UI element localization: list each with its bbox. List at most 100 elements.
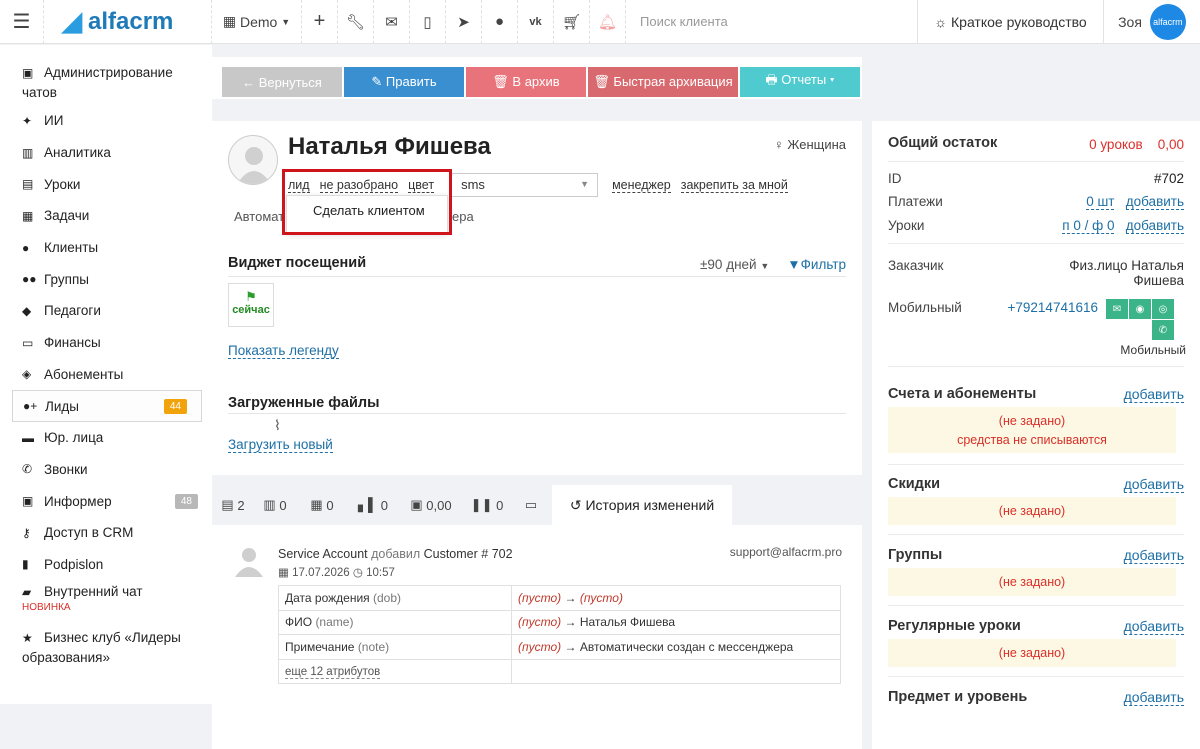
- chevron-down-icon: ▼: [760, 261, 770, 271]
- email-icon[interactable]: ✉: [1106, 299, 1128, 319]
- divider: [888, 676, 1184, 677]
- sidebar-item-label: Группы: [44, 271, 89, 287]
- bell-icon[interactable]: 🔔︎: [590, 0, 626, 44]
- add-subject-link[interactable]: добавить: [1123, 689, 1184, 706]
- field-key: (dob): [373, 590, 402, 605]
- sidebar-item-tasks[interactable]: ▦ Задачи: [0, 200, 212, 232]
- sidebar-item-subscriptions[interactable]: ◈ Абонементы: [0, 359, 212, 391]
- tab-book[interactable]: ▥ 0: [254, 485, 296, 525]
- wrench-icon[interactable]: 🔧︎: [338, 0, 374, 44]
- telegram-icon[interactable]: ➤: [446, 0, 482, 44]
- new-value: Автоматически создан с мессенджера: [579, 639, 794, 654]
- old-value: (пусто): [518, 639, 562, 654]
- sidebar-item-leads[interactable]: ●+ Лиды 44: [12, 390, 202, 422]
- add-payment-link[interactable]: добавить: [1125, 194, 1184, 210]
- chevron-down-icon: ▼: [580, 179, 590, 189]
- comment-icon: ▰: [22, 585, 32, 600]
- quick-archive-button[interactable]: 🗑 Быстрая архивация: [588, 67, 738, 97]
- tag-icon: ◈: [22, 367, 32, 382]
- back-button[interactable]: ← Вернуться: [222, 67, 342, 97]
- search-input[interactable]: Поиск клиента: [626, 0, 918, 44]
- tab-documents[interactable]: ▦ 0: [296, 485, 348, 525]
- sidebar-item-crm-access[interactable]: ⚷ Доступ в CRM: [0, 517, 212, 549]
- avatar: [228, 135, 278, 185]
- files-section-title: Загруженные файлы: [228, 395, 380, 411]
- visits-widget-title: Виджет посещений: [228, 255, 367, 271]
- vk-icon[interactable]: vk: [518, 0, 554, 44]
- page-title: Наталья Фишева: [288, 133, 491, 160]
- sidebar-item-informer[interactable]: ▣ Информер 48: [0, 485, 212, 517]
- sidebar-item-legal-entities[interactable]: ▬ Юр. лица: [0, 422, 212, 454]
- user-menu[interactable]: Зоя alfacrm: [1104, 0, 1200, 44]
- quick-guide-button[interactable]: ☼ Краткое руководство: [918, 0, 1104, 44]
- sms-select[interactable]: sms ▼: [450, 173, 599, 197]
- hamburger-menu-icon[interactable]: ☰: [0, 0, 44, 44]
- period-selector[interactable]: ±90 дней ▼: [700, 257, 769, 272]
- sidebar-item-label: Педагоги: [44, 303, 101, 319]
- sidebar-item-lessons[interactable]: ▤ Уроки: [0, 168, 212, 200]
- sidebar-item-business-club[interactable]: ★ Бизнес клуб «Лидеры образования»: [0, 622, 212, 670]
- add-invoice-link[interactable]: добавить: [1123, 386, 1184, 403]
- tab-freezes[interactable]: ❚❚ 0: [464, 485, 510, 525]
- mobile-value[interactable]: +79214741616: [1008, 300, 1098, 315]
- person-silhouette-icon: [235, 548, 263, 577]
- customer-value-line1: Физ.лицо Наталья: [1069, 258, 1184, 273]
- sidebar-item-groups[interactable]: ●● Группы: [0, 263, 212, 295]
- viber-icon[interactable]: ◎: [1152, 299, 1174, 319]
- add-group-link[interactable]: добавить: [1123, 547, 1184, 564]
- search-placeholder: Поиск клиента: [640, 14, 728, 29]
- manager-link[interactable]: менеджер: [612, 178, 671, 193]
- table-row: Дата рождения (dob) (пусто) → (пусто): [278, 585, 841, 611]
- pin-to-me-link[interactable]: закрепить за мной: [680, 178, 788, 193]
- chat-bubble-icon[interactable]: ●: [482, 0, 518, 44]
- add-regular-lesson-link[interactable]: добавить: [1123, 618, 1184, 635]
- leads-count-badge: 44: [163, 398, 187, 414]
- tab-stats[interactable]: ▖▌ 0: [348, 485, 398, 525]
- sidebar-item-internal-chat[interactable]: ▰ Внутренний чат НОВИНКА: [0, 580, 212, 622]
- divider: [888, 605, 1184, 606]
- archive-button[interactable]: 🗑 В архив: [466, 67, 586, 97]
- table-row: ФИО (name) (пусто) → Наталья Фишева: [278, 609, 841, 635]
- tab-history[interactable]: ↺ История изменений: [552, 485, 732, 525]
- sidebar-item-calls[interactable]: ✆ Звонки: [0, 454, 212, 486]
- sidebar-item-finance[interactable]: ▭ Финансы: [0, 327, 212, 359]
- branch-selector[interactable]: ▦ Demo ▼: [212, 0, 302, 44]
- upload-new-link[interactable]: Загрузить новый: [228, 437, 333, 453]
- gift-icon: ▣: [410, 497, 423, 512]
- informer-count-badge: 48: [174, 493, 198, 509]
- sidebar-item-podpislon[interactable]: ▮ Podpislon: [0, 549, 212, 581]
- mobile-icon[interactable]: ▯: [410, 0, 446, 44]
- tab-payments[interactable]: ▭: [510, 485, 552, 525]
- add-lesson-link[interactable]: добавить: [1125, 218, 1184, 234]
- tab-comments[interactable]: ▤ 2: [212, 485, 254, 525]
- sidebar-item-teachers[interactable]: ◆ Педагоги: [0, 295, 212, 327]
- bar-chart-icon: ▖▌: [357, 497, 378, 512]
- star-icon: ★: [22, 631, 33, 646]
- cart-icon[interactable]: 🛒︎: [554, 0, 590, 44]
- whatsapp-icon[interactable]: ◉: [1129, 299, 1151, 319]
- tab-bonuses[interactable]: ▣ 0,00: [398, 485, 464, 525]
- more-attributes-link[interactable]: еще 12 атрибутов: [285, 666, 381, 680]
- logo[interactable]: ◢ alfacrm: [44, 0, 212, 44]
- balance-lessons: 0 уроков: [1089, 137, 1143, 152]
- history-object: Customer # 702: [423, 547, 513, 561]
- add-discount-link[interactable]: добавить: [1123, 476, 1184, 493]
- reports-button[interactable]: 🖶 Отчеты ▾: [740, 67, 860, 97]
- sidebar-item-chat-admin[interactable]: ▣ Администрирование чатов: [0, 57, 212, 105]
- sidebar-item-ai[interactable]: ✦ ИИ: [0, 105, 212, 137]
- envelope-icon[interactable]: ✉: [374, 0, 410, 44]
- filter-button[interactable]: ▼Фильтр: [787, 257, 846, 272]
- flag-icon: ⚑: [245, 289, 257, 304]
- sidebar-item-clients[interactable]: ● Клиенты: [0, 232, 212, 264]
- phone-call-icon[interactable]: ✆: [1152, 320, 1174, 340]
- divider: [888, 243, 1184, 244]
- lessons-count-link[interactable]: п 0 / ф 0: [1062, 218, 1115, 234]
- edit-button[interactable]: ✎ Править: [344, 67, 464, 97]
- show-legend-link[interactable]: Показать легенду: [228, 343, 339, 359]
- plus-icon[interactable]: +: [302, 0, 338, 44]
- sidebar-item-label: Финансы: [44, 335, 101, 351]
- customer-value-line2: Фишева: [1133, 273, 1184, 288]
- sidebar-item-analytics[interactable]: ▥ Аналитика: [0, 137, 212, 169]
- payments-count-link[interactable]: 0 шт: [1086, 194, 1115, 210]
- now-tile[interactable]: ⚑ сейчас: [228, 283, 274, 327]
